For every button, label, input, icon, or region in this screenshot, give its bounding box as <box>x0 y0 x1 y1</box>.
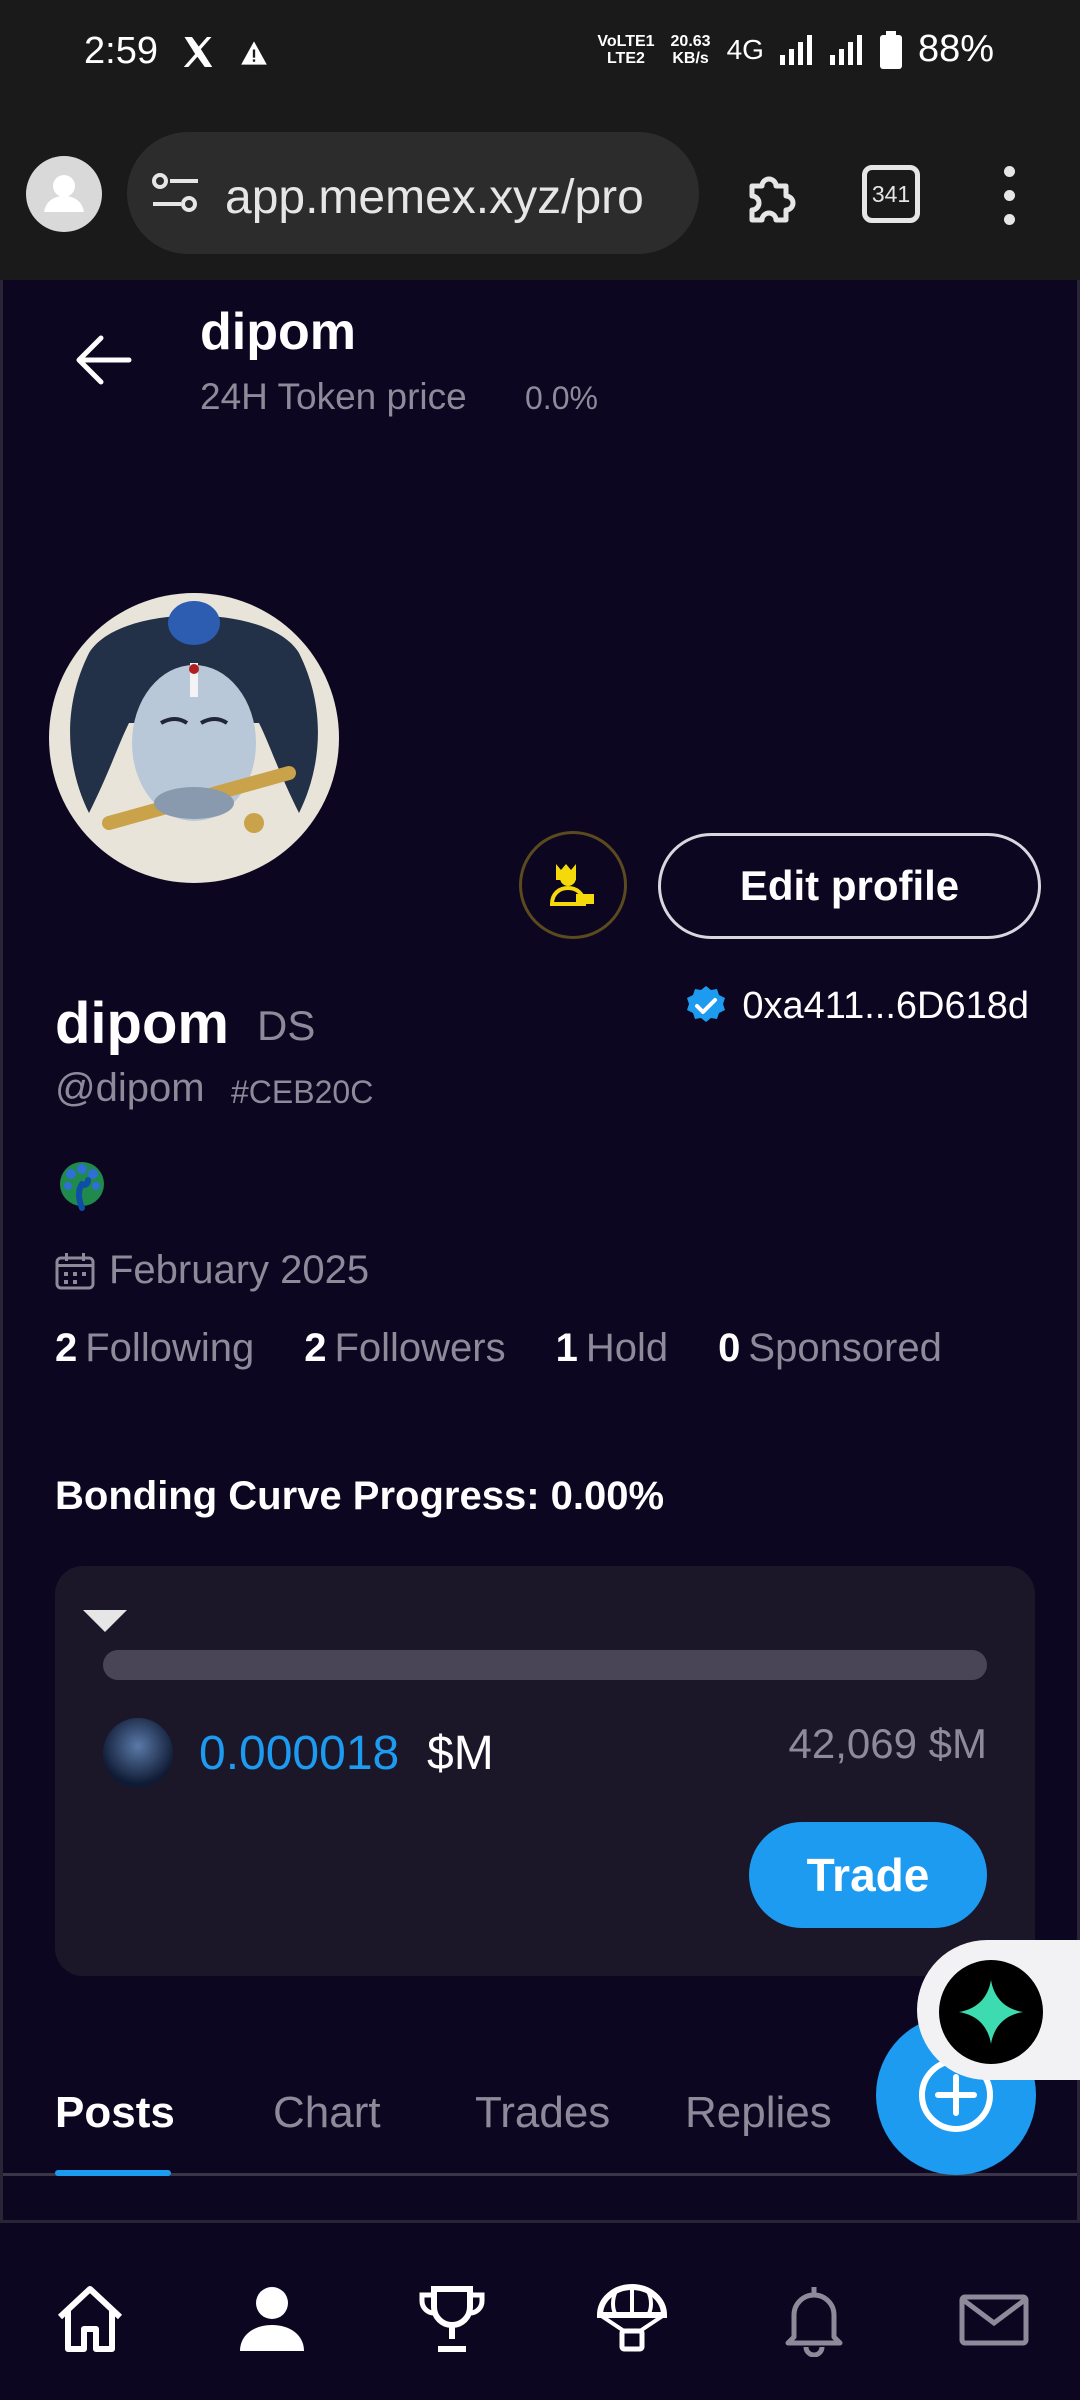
x-logo-icon <box>183 37 213 67</box>
warning-icon <box>241 41 267 65</box>
header-subtitle: 24H Token price <box>200 376 467 417</box>
address-bar[interactable]: app.memex.xyz/pro <box>127 132 699 254</box>
token-price: 0.000018 <box>199 1727 400 1780</box>
tab-posts[interactable]: Posts <box>55 2088 175 2138</box>
site-settings-icon[interactable] <box>151 170 199 216</box>
profile-stats: 2 Following 2 Followers 1 Hold 0 Sponsored <box>55 1326 942 1371</box>
tab-chart[interactable]: Chart <box>273 2088 381 2138</box>
status-right: VoLTE1 LTE2 20.63 KB/s 4G 88% <box>597 28 994 71</box>
avatar-artwork <box>49 593 339 883</box>
users-badge-icon <box>549 864 594 906</box>
network-labels: VoLTE1 LTE2 <box>597 32 655 67</box>
profile-name: dipom <box>55 991 229 1056</box>
active-tab-indicator <box>55 2170 171 2176</box>
sponsor-badge-button[interactable] <box>519 831 627 939</box>
battery-icon <box>879 30 902 69</box>
user-icon <box>44 175 84 212</box>
bottom-navigation <box>0 2220 1080 2400</box>
verified-icon <box>687 986 726 1022</box>
trophy-icon[interactable] <box>414 2281 490 2357</box>
bell-icon[interactable] <box>776 2281 852 2357</box>
wallet-address[interactable]: 0xa411...6D618d <box>684 984 1029 1028</box>
extensions-icon[interactable] <box>742 164 806 228</box>
tab-switcher-button[interactable]: 341 <box>862 165 920 223</box>
joined-date: February 2025 <box>55 1248 369 1293</box>
peacock-icon <box>60 1162 104 1211</box>
speed-indicator: 20.63 KB/s <box>670 32 711 67</box>
edit-profile-button[interactable]: Edit profile <box>658 833 1041 939</box>
overflow-menu-icon[interactable] <box>1002 166 1016 226</box>
wallet-text: 0xa411...6D618d <box>742 984 1029 1027</box>
status-bar: 2:59 VoLTE1 LTE2 20.63 KB/s 4G 88% <box>0 0 1080 110</box>
stat-hold[interactable]: 1 Hold <box>556 1326 669 1371</box>
token-avatar <box>103 1718 173 1788</box>
profile-page: dipom 24H Token price 0.0% Edit profile … <box>0 280 1080 2220</box>
tab-trades[interactable]: Trades <box>475 2088 610 2138</box>
market-cap: 42,069 $M <box>788 1720 987 1767</box>
profile-avatar <box>49 593 339 883</box>
signal-icon <box>779 34 812 65</box>
stat-followers[interactable]: 2 Followers <box>304 1326 505 1371</box>
account-avatar-button[interactable] <box>26 156 102 232</box>
trade-button[interactable]: Trade <box>749 1822 987 1928</box>
status-time: 2:59 <box>84 30 158 72</box>
bonding-curve-title: Bonding Curve Progress: 0.00% <box>55 1474 665 1518</box>
browser-toolbar: app.memex.xyz/pro 341 <box>0 110 1080 280</box>
profile-handle: @dipom <box>55 1066 205 1110</box>
battery-percent: 88% <box>917 28 994 70</box>
assistant-bubble[interactable] <box>917 1940 1080 2080</box>
tab-replies[interactable]: Replies <box>685 2088 832 2138</box>
collapse-caret-icon[interactable] <box>83 1610 127 1632</box>
profile-icon[interactable] <box>234 2281 310 2357</box>
header-price-change: 0.0% <box>525 380 598 416</box>
airdrop-icon[interactable] <box>594 2281 670 2357</box>
bonding-curve-card: 0.000018 $M 42,069 $M Trade <box>55 1566 1035 1976</box>
header-title: dipom <box>200 303 356 361</box>
profile-code: #CEB20C <box>231 1074 374 1110</box>
bonding-progress-bar <box>103 1650 987 1680</box>
sparkle-icon <box>959 1980 1023 2044</box>
calendar-icon <box>55 1252 95 1289</box>
stat-following[interactable]: 2 Following <box>55 1326 254 1371</box>
token-price-unit: $M <box>427 1727 494 1780</box>
url-text: app.memex.xyz/pro <box>225 171 644 224</box>
assistant-circle <box>939 1960 1043 2064</box>
profile-tag: DS <box>257 1002 316 1049</box>
net-type: 4G <box>726 33 764 65</box>
back-arrow-icon[interactable] <box>73 332 133 388</box>
home-icon[interactable] <box>52 2281 128 2357</box>
mail-icon[interactable] <box>956 2281 1032 2357</box>
joined-text: February 2025 <box>109 1248 370 1292</box>
signal-icon-2 <box>829 34 862 65</box>
stat-sponsored[interactable]: 0 Sponsored <box>718 1326 942 1371</box>
